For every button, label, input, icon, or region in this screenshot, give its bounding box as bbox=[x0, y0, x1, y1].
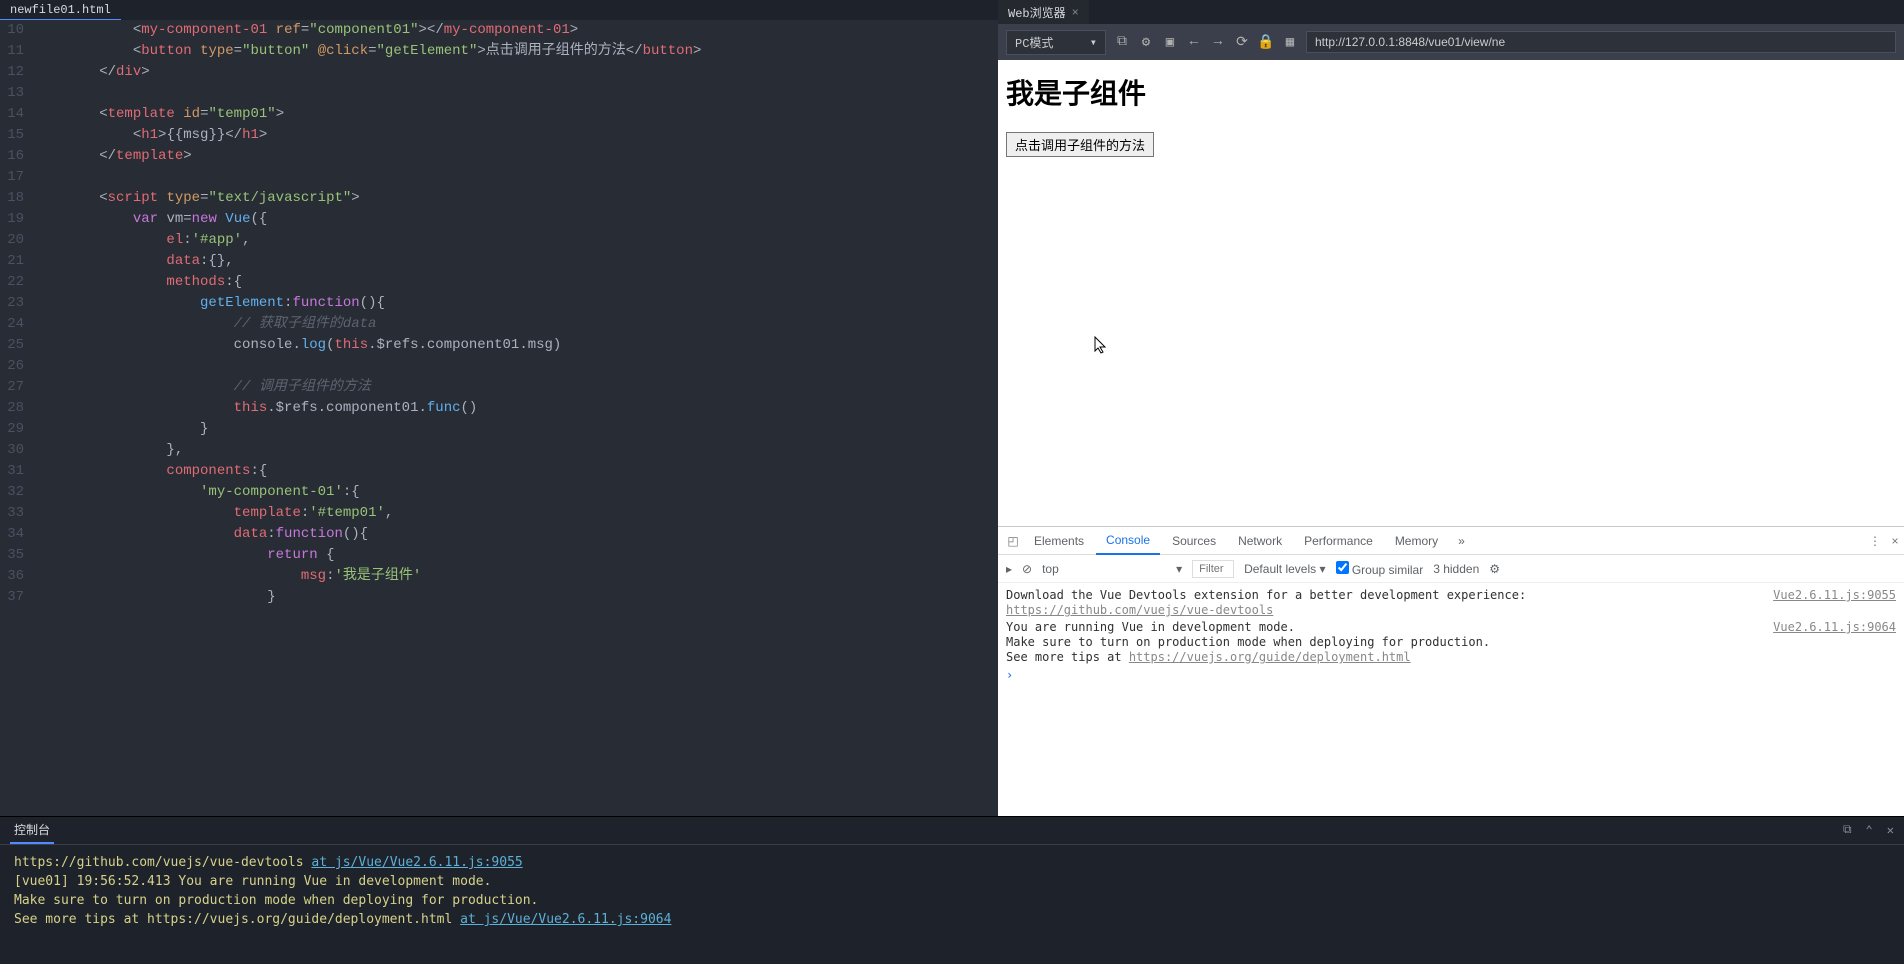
popout-icon[interactable]: ⧉ bbox=[1843, 823, 1852, 838]
context-label: top bbox=[1042, 562, 1059, 576]
console-body[interactable]: Download the Vue Devtools extension for … bbox=[998, 583, 1904, 816]
tab-elements[interactable]: Elements bbox=[1024, 528, 1094, 554]
tab-memory[interactable]: Memory bbox=[1385, 528, 1448, 554]
console-text: See more tips at https://vuejs.org/guide… bbox=[14, 912, 452, 927]
console-link[interactable]: at js/Vue/Vue2.6.11.js:9055 bbox=[311, 855, 522, 870]
message-text: You are running Vue in development mode.… bbox=[1006, 620, 1490, 664]
lock-icon[interactable]: 🔒 bbox=[1258, 34, 1274, 50]
devtools-tabs: ◰ Elements Console Sources Network Perfo… bbox=[998, 527, 1904, 555]
console-text: https://github.com/vuejs/vue-devtools bbox=[14, 855, 304, 870]
message-link[interactable]: https://github.com/vuejs/vue-devtools bbox=[1006, 603, 1273, 617]
code-area[interactable]: 1011121314151617181920212223242526272829… bbox=[0, 20, 998, 816]
play-icon[interactable]: ▸ bbox=[1006, 562, 1012, 576]
group-similar-checkbox[interactable]: Group similar bbox=[1336, 561, 1424, 577]
browser-toolbar: PC模式 ▾ ⧉ ⚙ ▣ ← → ⟳ 🔒 ▦ bbox=[998, 24, 1904, 60]
tab-sources[interactable]: Sources bbox=[1162, 528, 1226, 554]
clear-console-icon[interactable]: ✕ bbox=[1887, 823, 1894, 838]
settings-icon[interactable]: ⚙ bbox=[1489, 562, 1500, 576]
tab-network[interactable]: Network bbox=[1228, 528, 1292, 554]
console-prompt[interactable]: › bbox=[998, 666, 1904, 685]
forward-icon[interactable]: → bbox=[1210, 34, 1226, 50]
console-message: You are running Vue in development mode.… bbox=[998, 619, 1904, 666]
message-link[interactable]: https://vuejs.org/guide/deployment.html bbox=[1129, 650, 1411, 664]
preview-button[interactable]: 点击调用子组件的方法 bbox=[1006, 132, 1154, 157]
dock-icon[interactable]: ⋮ bbox=[1866, 534, 1884, 548]
console-text: You are running Vue in development mode. bbox=[178, 874, 491, 889]
preview-body: 我是子组件 点击调用子组件的方法 bbox=[998, 60, 1904, 526]
tab-console[interactable]: Console bbox=[1096, 527, 1160, 555]
ide-console: 控制台 ⧉ ⌃ ✕ https://github.com/vuejs/vue-d… bbox=[0, 816, 1904, 964]
external-icon[interactable]: ⧉ bbox=[1114, 34, 1130, 50]
ide-console-body[interactable]: https://github.com/vuejs/vue-devtools at… bbox=[0, 845, 1904, 964]
close-icon[interactable]: × bbox=[1072, 6, 1079, 20]
message-text: Download the Vue Devtools extension for … bbox=[1006, 588, 1526, 602]
context-select[interactable]: top▾ bbox=[1042, 562, 1182, 576]
back-icon[interactable]: ← bbox=[1186, 34, 1202, 50]
tab-performance[interactable]: Performance bbox=[1294, 528, 1383, 554]
hidden-count: 3 hidden bbox=[1433, 562, 1479, 576]
clear-icon[interactable]: ⊘ bbox=[1022, 562, 1032, 576]
devtools-panel: ◰ Elements Console Sources Network Perfo… bbox=[998, 526, 1904, 816]
ide-console-header: 控制台 ⧉ ⌃ ✕ bbox=[0, 817, 1904, 845]
preview-heading: 我是子组件 bbox=[1006, 72, 1896, 112]
console-filterbar: ▸ ⊘ top▾ Default levels ▾ Group similar … bbox=[998, 555, 1904, 583]
message-source[interactable]: Vue2.6.11.js:9055 bbox=[1773, 588, 1896, 618]
console-text: [vue01] 19:56:52.413 bbox=[14, 874, 171, 889]
refresh-icon[interactable]: ⟳ bbox=[1234, 34, 1250, 50]
chevron-down-icon: ▾ bbox=[1090, 35, 1097, 50]
window-icon[interactable]: ▣ bbox=[1162, 34, 1178, 50]
gear-icon[interactable]: ⚙ bbox=[1138, 34, 1154, 50]
mode-select-label: PC模式 bbox=[1015, 34, 1053, 51]
browser-tabs: Web浏览器 × bbox=[998, 0, 1904, 24]
more-tabs-icon[interactable]: » bbox=[1458, 534, 1465, 548]
message-source[interactable]: Vue2.6.11.js:9064 bbox=[1773, 620, 1896, 665]
console-link[interactable]: at js/Vue/Vue2.6.11.js:9064 bbox=[460, 912, 671, 927]
filter-input[interactable] bbox=[1192, 560, 1234, 578]
browser-tab[interactable]: Web浏览器 × bbox=[998, 0, 1089, 25]
grid-icon[interactable]: ▦ bbox=[1282, 34, 1298, 50]
line-gutter: 1011121314151617181920212223242526272829… bbox=[0, 20, 32, 816]
browser-tab-label: Web浏览器 bbox=[1008, 4, 1066, 21]
editor-tabs: newfile01.html bbox=[0, 0, 998, 20]
editor-tab-active[interactable]: newfile01.html bbox=[0, 0, 121, 20]
url-input[interactable] bbox=[1306, 31, 1896, 53]
inspect-icon[interactable]: ◰ bbox=[1004, 534, 1022, 548]
devtools-close-icon[interactable]: × bbox=[1886, 534, 1904, 548]
collapse-icon[interactable]: ⌃ bbox=[1866, 823, 1873, 838]
levels-select[interactable]: Default levels ▾ bbox=[1244, 562, 1325, 576]
ide-console-title[interactable]: 控制台 bbox=[10, 817, 54, 844]
console-message: Download the Vue Devtools extension for … bbox=[998, 587, 1904, 619]
mode-select[interactable]: PC模式 ▾ bbox=[1006, 30, 1106, 55]
editor-pane: newfile01.html 1011121314151617181920212… bbox=[0, 0, 998, 816]
browser-pane: Web浏览器 × PC模式 ▾ ⧉ ⚙ ▣ ← → ⟳ 🔒 ▦ 我是子组件 点击… bbox=[998, 0, 1904, 816]
code-body[interactable]: <my-component-01 ref="component01"></my-… bbox=[32, 20, 998, 816]
console-text: Make sure to turn on production mode whe… bbox=[14, 893, 538, 908]
